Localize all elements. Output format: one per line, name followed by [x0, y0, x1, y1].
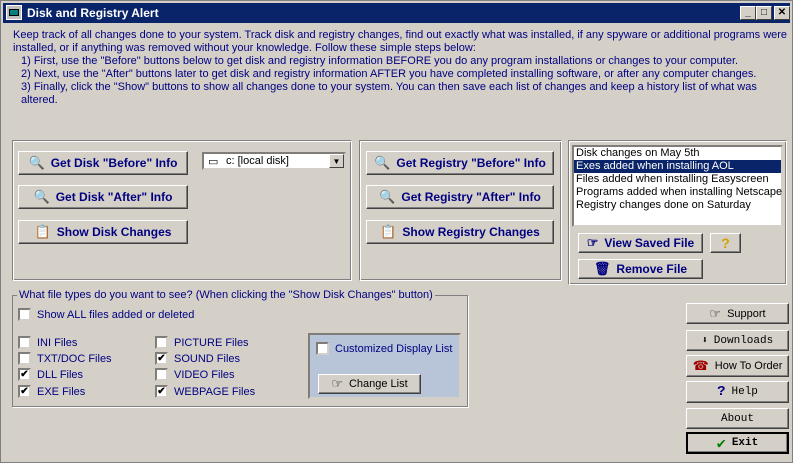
question-icon: ?	[721, 235, 730, 251]
checkbox-box[interactable]	[18, 352, 31, 365]
show-all-checkbox[interactable]: Show ALL files added or deleted	[18, 308, 194, 321]
checkbox-box[interactable]	[155, 368, 168, 381]
txt-label: TXT/DOC Files	[37, 352, 112, 365]
change-list-label: Change List	[348, 378, 408, 390]
magnifier-icon: 🔍	[28, 155, 45, 170]
show-disk-changes-button[interactable]: 📋 Show Disk Changes	[18, 220, 188, 244]
picture-label: PICTURE Files	[174, 336, 249, 349]
list-item[interactable]: Programs added when installing Netscape	[574, 186, 782, 199]
magnifier-icon: 🔍	[379, 189, 396, 204]
video-checkbox[interactable]: VIDEO Files	[155, 368, 235, 381]
question-icon: ?	[717, 384, 726, 400]
view-saved-file-button[interactable]: ☞ View Saved File	[578, 233, 703, 253]
step-3: 3) Finally, click the "Show" buttons to …	[21, 81, 757, 106]
help-label: Help	[731, 386, 758, 398]
video-label: VIDEO Files	[174, 368, 235, 381]
saved-help-button[interactable]: ?	[710, 233, 741, 253]
get-registry-before-label: Get Registry "Before" Info	[396, 156, 546, 170]
phone-icon: ☎	[692, 358, 709, 373]
custom-display-checkbox[interactable]: Customized Display List	[316, 342, 452, 355]
magnifier-icon: 🔍	[33, 189, 50, 204]
trash-icon: 🗑	[593, 261, 611, 276]
checkbox-box[interactable]	[316, 342, 329, 355]
checkbox-box[interactable]	[155, 336, 168, 349]
show-registry-changes-label: Show Registry Changes	[402, 225, 540, 239]
drive-value: c: [local disk]	[226, 155, 289, 167]
magnifier-icon: 🔍	[374, 155, 391, 170]
document-icon: 📋	[380, 224, 397, 239]
drive-select[interactable]: ▭ c: [local disk] ▼	[202, 152, 346, 170]
ini-label: INI Files	[37, 336, 78, 349]
about-button[interactable]: About	[686, 408, 789, 429]
checkmark-icon[interactable]: ✔	[18, 385, 31, 398]
list-item[interactable]: Registry changes done on Saturday	[574, 199, 781, 212]
step-1: 1) First, use the "Before" buttons below…	[21, 55, 739, 67]
get-disk-after-button[interactable]: 🔍 Get Disk "After" Info	[18, 185, 188, 209]
txt-checkbox[interactable]: TXT/DOC Files	[18, 352, 112, 365]
view-saved-file-label: View Saved File	[604, 236, 695, 250]
dll-label: DLL Files	[37, 368, 84, 381]
exe-checkbox[interactable]: ✔ EXE Files	[18, 385, 85, 398]
support-label: Support	[727, 307, 766, 320]
saved-files-list[interactable]: Disk changes on May 5th Exes added when …	[572, 145, 783, 227]
checkbox-box[interactable]	[18, 308, 31, 321]
get-registry-before-button[interactable]: 🔍 Get Registry "Before" Info	[366, 151, 554, 175]
window-title: Disk and Registry Alert	[27, 6, 159, 20]
instructions: Keep track of all changes done to your s…	[13, 29, 788, 107]
checkmark-icon[interactable]: ✔	[155, 352, 168, 365]
title-bar[interactable]: Disk and Registry Alert _ □ ✕	[3, 3, 790, 23]
sound-checkbox[interactable]: ✔ SOUND Files	[155, 352, 240, 365]
document-icon: 📋	[34, 224, 51, 239]
intro-text: Keep track of all changes done to your s…	[13, 29, 788, 54]
exe-label: EXE Files	[37, 385, 86, 398]
checkbox-box[interactable]	[18, 336, 31, 349]
checkmark-icon[interactable]: ✔	[155, 385, 168, 398]
drive-icon: ▭	[208, 156, 219, 168]
show-registry-changes-button[interactable]: 📋 Show Registry Changes	[366, 220, 554, 244]
chevron-down-icon[interactable]: ▼	[329, 154, 344, 168]
downloads-button[interactable]: ⬇ Downloads	[686, 330, 789, 351]
support-button[interactable]: ☞ Support	[686, 303, 789, 324]
pointing-hand-icon: ☞	[586, 235, 599, 250]
get-registry-after-button[interactable]: 🔍 Get Registry "After" Info	[366, 185, 554, 209]
minimize-button[interactable]: _	[740, 6, 756, 20]
pointing-hand-icon: ☞	[331, 376, 343, 391]
change-list-button[interactable]: ☞ Change List	[318, 374, 421, 394]
step-2: 2) Next, use the "After" buttons later t…	[21, 68, 757, 80]
pointing-hand-icon: ☞	[709, 305, 722, 321]
main-window: Disk and Registry Alert _ □ ✕ Keep track…	[0, 0, 793, 463]
show-disk-changes-label: Show Disk Changes	[56, 225, 172, 239]
exit-button[interactable]: ✔ Exit	[686, 432, 789, 454]
help-button[interactable]: ? Help	[686, 381, 789, 403]
checkmark-icon[interactable]: ✔	[18, 368, 31, 381]
exit-label: Exit	[731, 437, 759, 449]
maximize-button[interactable]: □	[756, 6, 772, 20]
downloads-label: Downloads	[713, 334, 774, 347]
app-icon	[6, 5, 22, 20]
how-to-order-label: How To Order	[714, 360, 783, 372]
get-registry-after-label: Get Registry "After" Info	[401, 190, 541, 204]
dll-checkbox[interactable]: ✔ DLL Files	[18, 368, 83, 381]
list-item[interactable]: Disk changes on May 5th	[574, 147, 781, 160]
remove-file-label: Remove File	[616, 262, 688, 276]
show-all-label: Show ALL files added or deleted	[37, 308, 195, 321]
get-disk-before-label: Get Disk "Before" Info	[50, 156, 178, 170]
get-disk-after-label: Get Disk "After" Info	[55, 190, 173, 204]
about-label: About	[720, 412, 754, 425]
how-to-order-button[interactable]: ☎ How To Order	[686, 355, 789, 377]
webpage-label: WEBPAGE Files	[174, 385, 256, 398]
webpage-checkbox[interactable]: ✔ WEBPAGE Files	[155, 385, 255, 398]
ini-checkbox[interactable]: INI Files	[18, 336, 77, 349]
file-types-legend: What file types do you want to see? (Whe…	[17, 289, 435, 301]
close-button[interactable]: ✕	[774, 6, 790, 20]
custom-display-label: Customized Display List	[335, 342, 453, 355]
checkmark-icon: ✔	[716, 435, 726, 453]
remove-file-button[interactable]: 🗑 Remove File	[578, 259, 703, 279]
list-item[interactable]: Files added when installing Easyscreen	[574, 173, 781, 186]
sound-label: SOUND Files	[174, 352, 241, 365]
list-item[interactable]: Exes added when installing AOL	[574, 160, 781, 173]
download-icon: ⬇	[701, 335, 708, 347]
get-disk-before-button[interactable]: 🔍 Get Disk "Before" Info	[18, 151, 188, 175]
picture-checkbox[interactable]: PICTURE Files	[155, 336, 249, 349]
